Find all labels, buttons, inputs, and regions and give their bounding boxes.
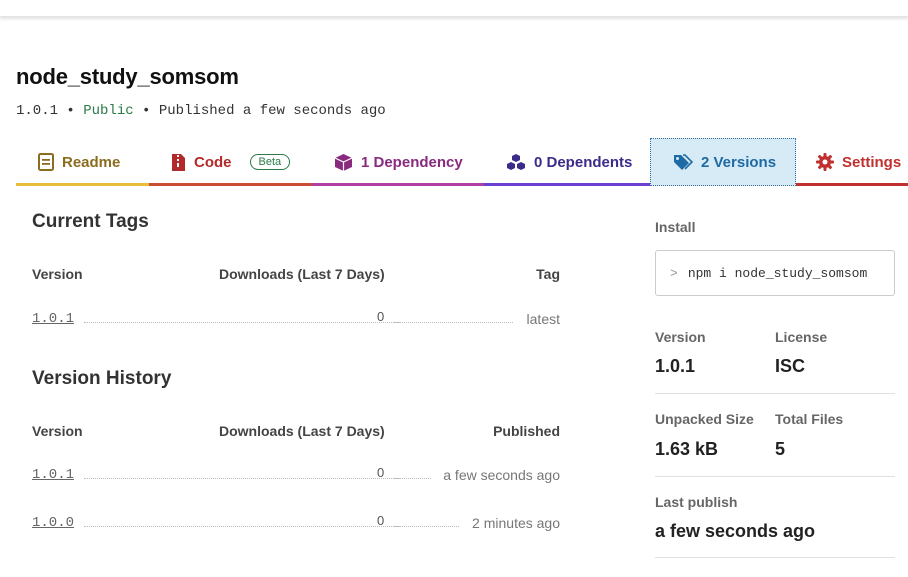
unpacked-size-value: 1.63 kB	[655, 439, 719, 459]
tab-underline	[16, 183, 149, 186]
version-history-title: Version History	[32, 368, 172, 389]
total-files-label: Total Files	[775, 411, 844, 427]
tab-versions[interactable]: 2 Versions	[650, 138, 796, 186]
dotted-leader	[84, 478, 400, 479]
tab-versions-label: 2 Versions	[701, 153, 777, 171]
tags-icon	[674, 153, 693, 170]
tab-dependencies[interactable]: 1 Dependency	[312, 138, 484, 186]
tab-dependents[interactable]: 0 Dependents	[484, 138, 650, 186]
license-value: ISC	[775, 356, 806, 376]
prompt-icon: >	[670, 265, 678, 281]
published-time: a few seconds ago	[443, 467, 560, 483]
document-icon	[38, 153, 54, 171]
tab-dependents-label: 0 Dependents	[534, 153, 633, 171]
table-row: 1.0.1 0 latest	[32, 309, 560, 331]
package-meta: 1.0.1 • Public • Published a few seconds…	[16, 103, 386, 119]
tab-code[interactable]: Code Beta	[149, 138, 312, 186]
beta-badge: Beta	[249, 154, 291, 170]
last-publish-value: a few seconds ago	[655, 521, 816, 541]
table-row: 1.0.0 0 2 minutes ago	[32, 513, 560, 535]
tab-underline	[796, 183, 908, 186]
dotted-leader	[393, 478, 431, 479]
tab-underline	[484, 183, 650, 186]
tab-underline	[149, 183, 312, 186]
download-count: 0	[377, 465, 385, 480]
total-files-value: 5	[775, 439, 786, 459]
version-link[interactable]: 1.0.0	[32, 515, 74, 531]
column-header-version: Version	[32, 423, 83, 439]
tab-settings[interactable]: Settings	[796, 138, 908, 186]
table-row: 1.0.1 0 a few seconds ago	[32, 465, 560, 487]
download-count: 0	[377, 309, 385, 324]
tab-settings-label: Settings	[842, 153, 902, 171]
visibility-label: Public	[83, 103, 134, 119]
published-time: 2 minutes ago	[472, 515, 560, 531]
tab-readme[interactable]: Readme	[16, 138, 149, 186]
published-label: Published a few seconds ago	[158, 103, 386, 119]
version-label: Version	[655, 329, 706, 345]
tag-label: latest	[526, 311, 560, 327]
column-header-published: Published	[493, 423, 560, 439]
cube-icon	[334, 153, 353, 171]
license-label: License	[775, 329, 828, 345]
dotted-leader	[84, 322, 400, 323]
tab-underline	[312, 183, 484, 186]
tab-code-label: Code	[194, 153, 232, 171]
install-command-box[interactable]: > npm i node_study_somsom	[655, 250, 895, 296]
install-label: Install	[655, 219, 696, 235]
divider	[655, 476, 895, 477]
package-name: node_study_somsom	[16, 64, 239, 89]
dotted-leader	[84, 526, 400, 527]
gear-icon	[816, 153, 834, 171]
package-version: 1.0.1	[16, 103, 59, 119]
meta-separator: •	[58, 103, 84, 119]
tab-dependencies-label: 1 Dependency	[361, 153, 463, 171]
column-header-version: Version	[32, 266, 83, 282]
version-value: 1.0.1	[655, 356, 696, 376]
dotted-leader	[393, 526, 459, 527]
version-link[interactable]: 1.0.1	[32, 311, 74, 327]
tab-readme-label: Readme	[62, 153, 121, 171]
divider	[655, 393, 895, 394]
column-header-downloads: Downloads (Last 7 Days)	[219, 423, 385, 439]
cubes-icon	[507, 154, 525, 170]
version-link[interactable]: 1.0.1	[32, 467, 74, 483]
meta-separator: •	[133, 103, 159, 119]
dotted-leader	[393, 322, 513, 323]
install-command: npm i node_study_somsom	[687, 265, 868, 281]
download-count: 0	[377, 513, 385, 528]
top-bar	[0, 0, 908, 17]
current-tags-title: Current Tags	[32, 211, 149, 232]
column-header-tag: Tag	[536, 266, 560, 282]
package-tabs: Readme Code Beta 1 Dependency 0 Dependen…	[16, 138, 908, 186]
unpacked-size-label: Unpacked Size	[655, 411, 754, 427]
zip-file-icon	[172, 153, 185, 171]
last-publish-label: Last publish	[655, 494, 738, 510]
column-header-downloads: Downloads (Last 7 Days)	[219, 266, 385, 282]
divider	[655, 557, 895, 558]
